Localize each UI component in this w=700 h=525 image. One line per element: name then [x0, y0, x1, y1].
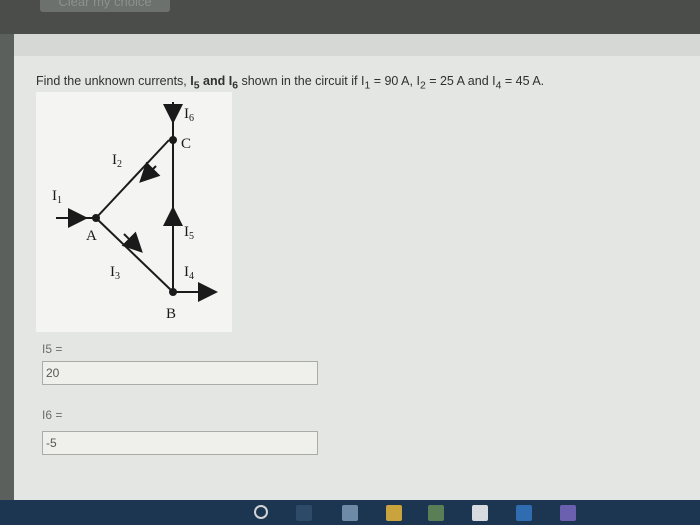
label-i6: I6 [184, 106, 194, 124]
answer-label-i5: I5 = [42, 342, 63, 356]
taskbar [0, 500, 700, 525]
node-a-dot [92, 214, 100, 222]
app-icon-1[interactable] [342, 505, 358, 521]
answer-input-i5[interactable]: 20 [42, 361, 318, 385]
top-bar: Clear my choice [0, 0, 700, 34]
clear-choice-button[interactable]: Clear my choice [40, 0, 170, 12]
task-view-icon[interactable] [296, 505, 312, 521]
label-i3: I3 [110, 264, 120, 282]
answer-label-i6: I6 = [42, 408, 63, 422]
label-node-b: B [166, 306, 176, 322]
answer-input-i6[interactable]: -5 [42, 431, 318, 455]
label-node-c: C [181, 136, 191, 152]
heading-strip [14, 34, 700, 56]
circuit-diagram: I1 I2 I3 I4 I5 I6 A B C [36, 92, 232, 332]
store-icon[interactable] [428, 505, 444, 521]
wire-a-b [95, 217, 174, 293]
node-c-dot [169, 136, 177, 144]
node-b-dot [169, 288, 177, 296]
arrow-i2 [139, 161, 161, 183]
teams-icon[interactable] [560, 505, 576, 521]
question-text: Find the unknown currents, I5 and I6 sho… [36, 74, 545, 92]
wire-a-c [95, 139, 170, 219]
label-node-a: A [86, 228, 97, 244]
label-i5: I5 [184, 224, 194, 242]
cortana-icon[interactable] [254, 505, 268, 519]
question-page: Find the unknown currents, I5 and I6 sho… [14, 34, 700, 500]
label-i2: I2 [112, 152, 122, 170]
label-i4: I4 [184, 264, 194, 282]
mail-icon[interactable] [472, 505, 488, 521]
word-icon[interactable] [516, 505, 532, 521]
file-explorer-icon[interactable] [386, 505, 402, 521]
label-i1: I1 [52, 188, 62, 206]
